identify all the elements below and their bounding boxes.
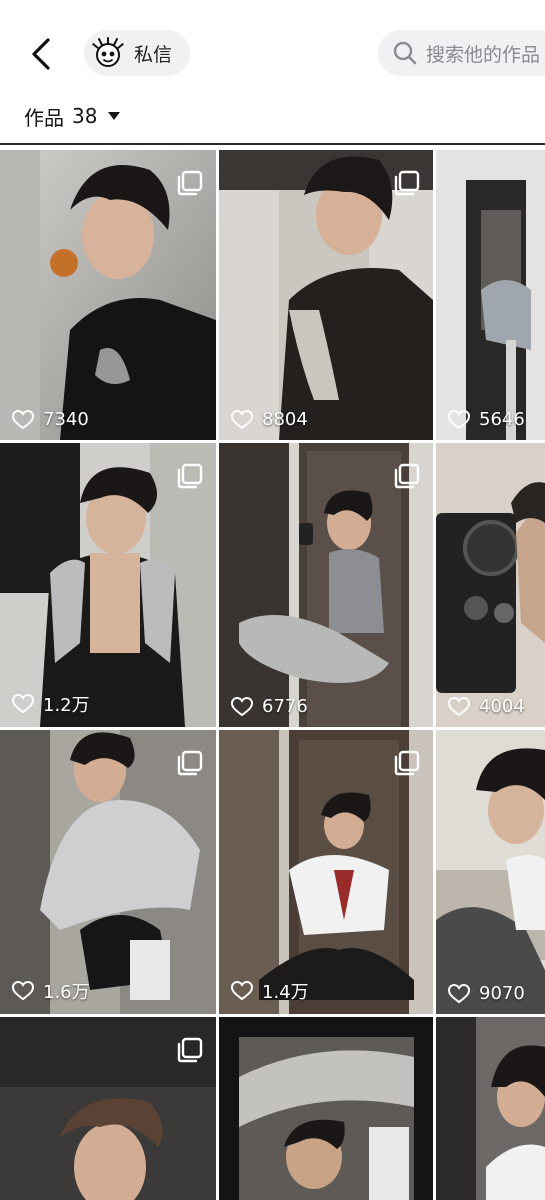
header-divider (0, 143, 545, 145)
caret-down-icon (108, 112, 121, 120)
heart-outline-icon (231, 981, 253, 1001)
works-filter-dropdown[interactable]: 作品 38 (24, 101, 121, 131)
post-tile[interactable] (0, 1017, 216, 1200)
post-thumbnail (436, 443, 545, 727)
post-tile[interactable]: 5646 (436, 150, 545, 440)
like-count: 1.4万 (231, 978, 309, 1004)
like-count: 1.6万 (12, 978, 90, 1004)
message-label: 私信 (134, 43, 173, 66)
like-count: 4004 (448, 696, 525, 717)
like-count-text: 9070 (479, 983, 525, 1004)
like-count: 9070 (448, 983, 525, 1004)
post-tile[interactable]: 1.2万 (0, 443, 216, 727)
post-thumbnail (436, 1017, 545, 1200)
heart-outline-icon (231, 409, 253, 429)
doodle-avatar-icon (92, 37, 124, 67)
like-count-text: 1.4万 (262, 982, 309, 1003)
message-button[interactable]: 私信 (84, 30, 190, 76)
multi-image-icon (177, 750, 203, 776)
heart-outline-icon (448, 983, 470, 1003)
multi-image-icon (177, 463, 203, 489)
like-count: 6776 (231, 696, 308, 717)
post-tile[interactable] (436, 1017, 545, 1200)
post-tile[interactable]: 1.6万 (0, 730, 216, 1014)
post-tile[interactable]: 6776 (219, 443, 433, 727)
header-bar: 私信 搜索他的作品 (0, 0, 545, 100)
profile-works-screen: 私信 搜索他的作品 作品 38 7340 8804 5646 1.2万 6776… (0, 0, 545, 1200)
multi-image-icon (394, 463, 420, 489)
heart-outline-icon (12, 981, 34, 1001)
heart-outline-icon (231, 696, 253, 716)
works-count: 38 (72, 104, 98, 128)
multi-image-icon (394, 170, 420, 196)
heart-outline-icon (12, 409, 34, 429)
like-count: 7340 (12, 409, 89, 430)
search-placeholder: 搜索他的作品 (426, 43, 541, 66)
post-tile[interactable]: 7340 (0, 150, 216, 440)
search-icon (393, 41, 417, 65)
like-count: 5646 (448, 409, 525, 430)
like-count-text: 1.2万 (43, 695, 90, 716)
avatar (90, 35, 126, 71)
heart-outline-icon (12, 694, 34, 714)
multi-image-icon (177, 1037, 203, 1063)
multi-image-icon (177, 170, 203, 196)
post-tile[interactable]: 9070 (436, 730, 545, 1014)
like-count: 8804 (231, 409, 308, 430)
post-tile[interactable]: 8804 (219, 150, 433, 440)
like-count-text: 4004 (479, 696, 525, 717)
like-count: 1.2万 (12, 691, 90, 717)
multi-image-icon (394, 750, 420, 776)
works-label: 作品 (24, 105, 64, 130)
like-count-text: 6776 (262, 696, 308, 717)
like-count-text: 8804 (262, 409, 308, 430)
heart-outline-icon (448, 696, 470, 716)
like-count-text: 5646 (479, 409, 525, 430)
post-tile[interactable]: 1.4万 (219, 730, 433, 1014)
post-tile[interactable] (219, 1017, 433, 1200)
search-input[interactable]: 搜索他的作品 (378, 30, 545, 76)
post-thumbnail (436, 150, 545, 440)
back-button[interactable] (26, 36, 58, 72)
heart-outline-icon (448, 409, 470, 429)
post-thumbnail (219, 1017, 433, 1200)
like-count-text: 7340 (43, 409, 89, 430)
post-tile[interactable]: 4004 (436, 443, 545, 727)
chevron-left-icon (32, 38, 50, 70)
post-thumbnail (436, 730, 545, 1014)
works-grid: 7340 8804 5646 1.2万 6776 4004 1.6万 1.4万 … (0, 146, 545, 1200)
like-count-text: 1.6万 (43, 982, 90, 1003)
